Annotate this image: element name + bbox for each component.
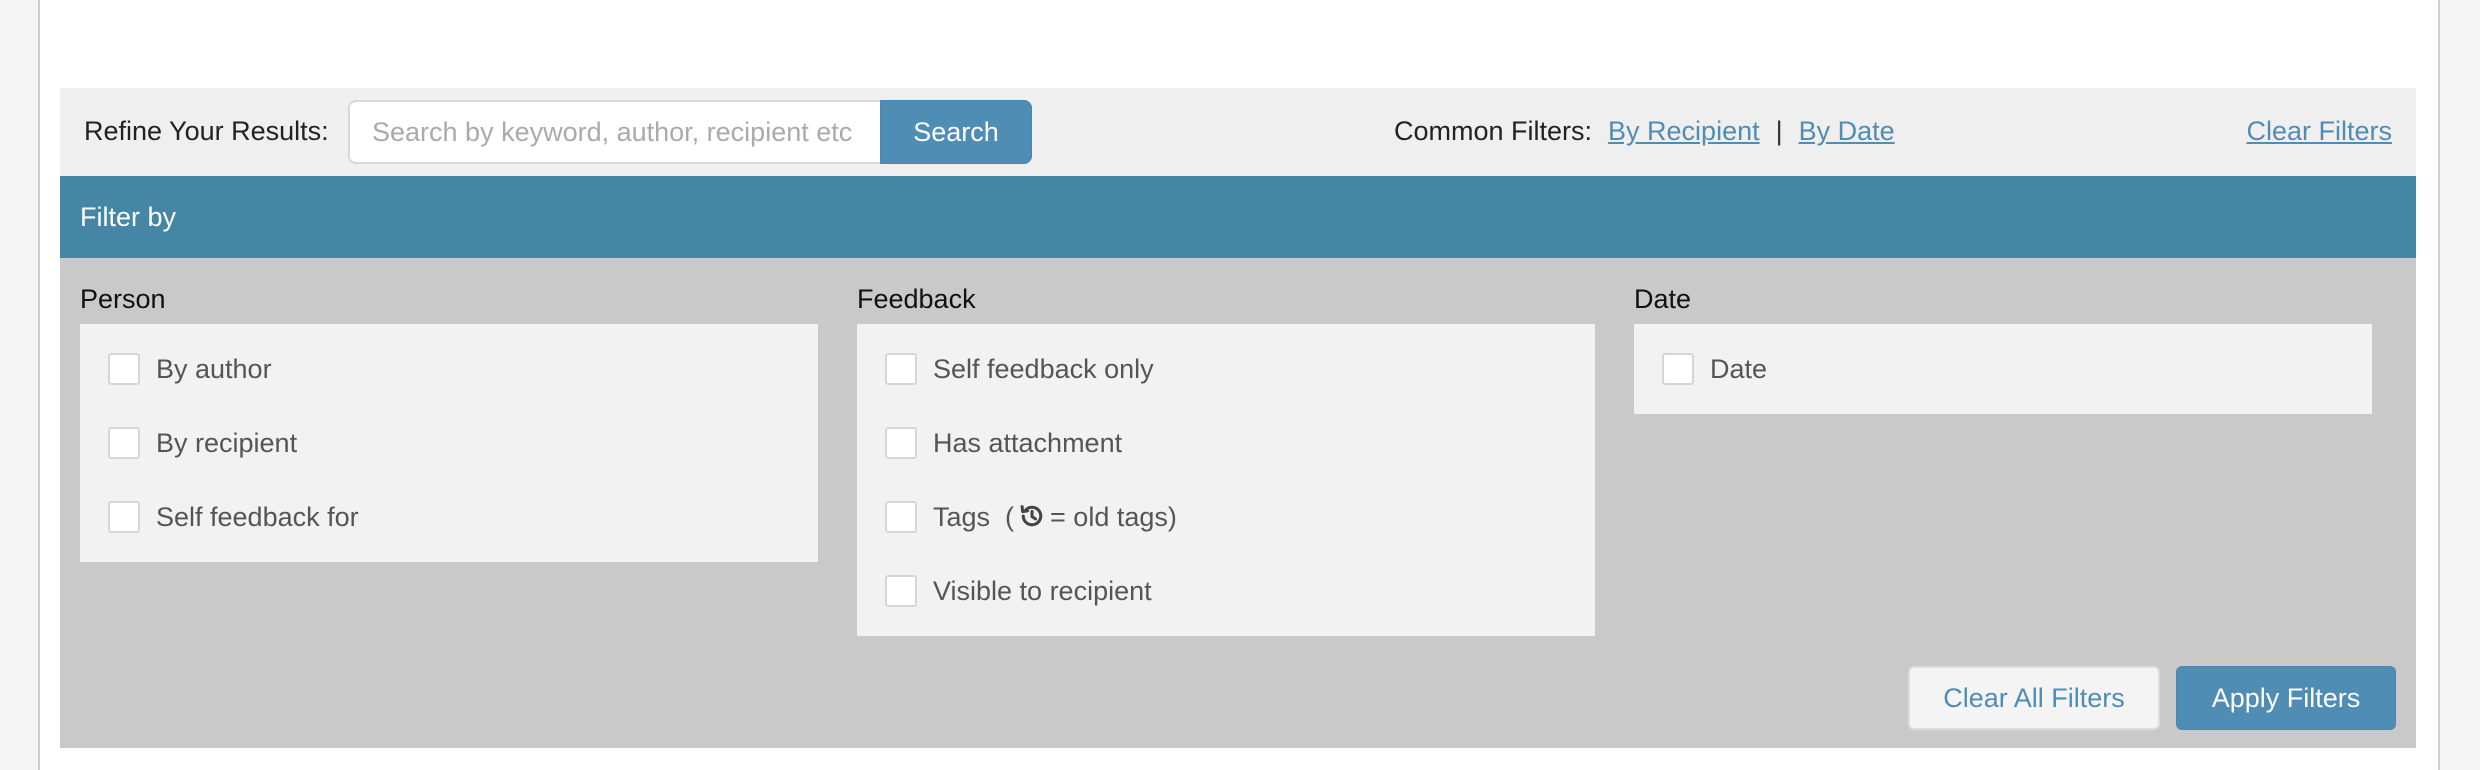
option-has-attachment[interactable]: Has attachment	[857, 406, 1595, 480]
clear-filters-link[interactable]: Clear Filters	[2246, 116, 2392, 147]
checkbox[interactable]	[108, 501, 140, 533]
common-filters-label: Common Filters:	[1394, 116, 1593, 146]
tags-label-prefix: Tags (	[933, 501, 1015, 532]
checkbox[interactable]	[108, 353, 140, 385]
option-label: By author	[156, 353, 272, 384]
date-options: Date	[1634, 324, 2372, 414]
tags-label-suffix: = old tags)	[1050, 501, 1177, 532]
feedback-options: Self feedback only Has attachment Tags (…	[857, 324, 1595, 636]
history-icon	[1020, 504, 1043, 526]
option-visible-to-recipient[interactable]: Visible to recipient	[857, 554, 1595, 628]
filter-separator: |	[1775, 116, 1783, 146]
by-date-link[interactable]: By Date	[1799, 116, 1895, 147]
feedback-group-title: Feedback	[857, 284, 976, 314]
checkbox[interactable]	[885, 427, 917, 459]
option-label: Self feedback for	[156, 501, 359, 532]
search-button[interactable]: Search	[880, 100, 1032, 164]
date-group-title: Date	[1634, 284, 1692, 314]
option-label: Self feedback only	[933, 353, 1154, 384]
filter-panel: Refine Your Results: Search Common Filte…	[60, 88, 2416, 748]
option-by-recipient[interactable]: By recipient	[80, 406, 818, 480]
clear-all-filters-button[interactable]: Clear All Filters	[1908, 666, 2160, 730]
checkbox[interactable]	[885, 575, 917, 607]
option-label: By recipient	[156, 427, 298, 458]
person-group-title: Person	[80, 284, 166, 314]
checkbox[interactable]	[885, 501, 917, 533]
filter-body: Person By author By recipient Self feedb…	[60, 258, 2416, 748]
person-group: Person By author By recipient Self feedb…	[80, 284, 818, 562]
person-options: By author By recipient Self feedback for	[80, 324, 818, 562]
checkbox[interactable]	[108, 427, 140, 459]
option-tags[interactable]: Tags ( = old tags)	[857, 480, 1595, 554]
filter-header-title: Filter by	[80, 202, 177, 232]
option-by-author[interactable]: By author	[80, 332, 818, 406]
feedback-group: Feedback Self feedback only Has attachme…	[857, 284, 1595, 636]
option-self-feedback-for[interactable]: Self feedback for	[80, 480, 818, 554]
by-recipient-link[interactable]: By Recipient	[1608, 116, 1760, 147]
option-label: Visible to recipient	[933, 575, 1152, 606]
date-group: Date Date	[1634, 284, 2372, 414]
refine-bar: Refine Your Results: Search Common Filte…	[60, 88, 2416, 176]
option-label: Date	[1710, 353, 1768, 384]
common-filters: Common Filters: By Recipient | By Date	[1394, 116, 1895, 147]
option-label: Tags ( = old tags)	[933, 502, 1177, 533]
search-input[interactable]	[348, 100, 884, 164]
refine-label: Refine Your Results:	[84, 116, 329, 146]
checkbox[interactable]	[885, 353, 917, 385]
option-label: Has attachment	[933, 427, 1123, 458]
option-date[interactable]: Date	[1634, 332, 2372, 406]
checkbox[interactable]	[1662, 353, 1694, 385]
apply-filters-button[interactable]: Apply Filters	[2176, 666, 2396, 730]
option-self-feedback-only[interactable]: Self feedback only	[857, 332, 1595, 406]
filter-header: Filter by	[60, 176, 2416, 258]
